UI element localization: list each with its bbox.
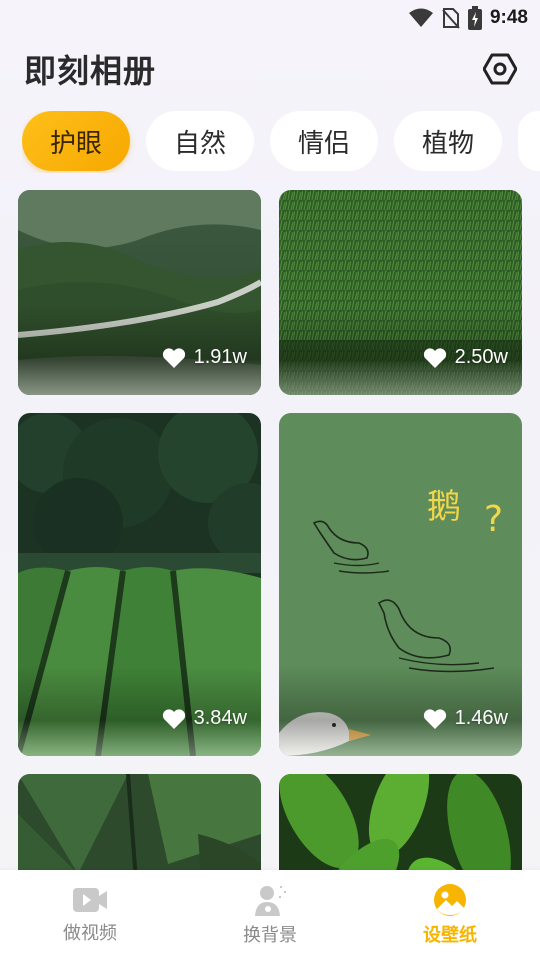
wallpaper-card-grass[interactable]: 2.50w xyxy=(279,190,522,395)
heart-icon xyxy=(423,347,446,368)
jungle-leaves-image xyxy=(279,774,522,870)
like-count-text: 1.46w xyxy=(454,707,508,729)
video-camera-icon xyxy=(73,888,107,912)
nav-change-background[interactable]: 换背景 xyxy=(195,883,345,947)
wallpaper-grid: 1.91w 2.50w 3.84w 鹅 ? 1.46w xyxy=(18,190,522,870)
tab-category-0[interactable]: 护眼 xyxy=(22,111,130,171)
like-count: 3.84w xyxy=(162,707,247,730)
monstera-leaf-image xyxy=(18,774,261,870)
app-header: 即刻相册 xyxy=(24,44,520,94)
tab-category-3[interactable]: 植物 xyxy=(394,111,502,171)
wallpaper-card-jungle[interactable] xyxy=(279,774,522,870)
like-count-text: 3.84w xyxy=(193,707,247,729)
status-bar: 9:48 xyxy=(0,0,540,36)
wallpaper-card-goose[interactable]: 鹅 ? 1.46w xyxy=(279,413,522,756)
heart-icon xyxy=(423,708,446,729)
category-tabs: 护眼 自然 情侣 植物 xyxy=(22,111,540,173)
bottom-nav: 做视频 换背景 设壁纸 xyxy=(0,870,540,960)
doodle-goose-char: 鹅 xyxy=(427,487,461,527)
tab-category-more[interactable] xyxy=(518,111,540,171)
wallpaper-icon xyxy=(434,884,466,916)
wifi-icon xyxy=(408,8,433,27)
settings-button[interactable] xyxy=(480,49,520,89)
tab-category-2[interactable]: 情侣 xyxy=(270,111,378,171)
nav-make-video[interactable]: 做视频 xyxy=(15,885,165,945)
wallpaper-card-monstera[interactable] xyxy=(18,774,261,870)
like-count-text: 2.50w xyxy=(454,346,508,368)
status-time: 9:48 xyxy=(489,7,528,28)
nav-set-wallpaper[interactable]: 设壁纸 xyxy=(375,883,525,947)
nav-label: 做视频 xyxy=(63,923,117,944)
heart-icon xyxy=(162,708,185,729)
person-background-icon xyxy=(255,886,286,916)
like-count: 2.50w xyxy=(423,346,508,369)
doodle-question-mark: ? xyxy=(484,499,503,540)
like-count: 1.91w xyxy=(162,346,247,369)
tab-category-1[interactable]: 自然 xyxy=(146,111,254,171)
heart-icon xyxy=(162,347,185,368)
wallpaper-card-hills[interactable]: 1.91w xyxy=(18,190,261,395)
no-sim-icon xyxy=(442,8,460,29)
battery-charging-icon xyxy=(467,6,482,30)
wallpaper-card-tea[interactable]: 3.84w xyxy=(18,413,261,756)
like-count-text: 1.91w xyxy=(193,346,247,368)
gear-icon xyxy=(483,53,517,85)
nav-label: 换背景 xyxy=(243,925,297,946)
like-count: 1.46w xyxy=(423,707,508,730)
nav-label: 设壁纸 xyxy=(423,925,477,946)
page-title: 即刻相册 xyxy=(24,52,157,90)
